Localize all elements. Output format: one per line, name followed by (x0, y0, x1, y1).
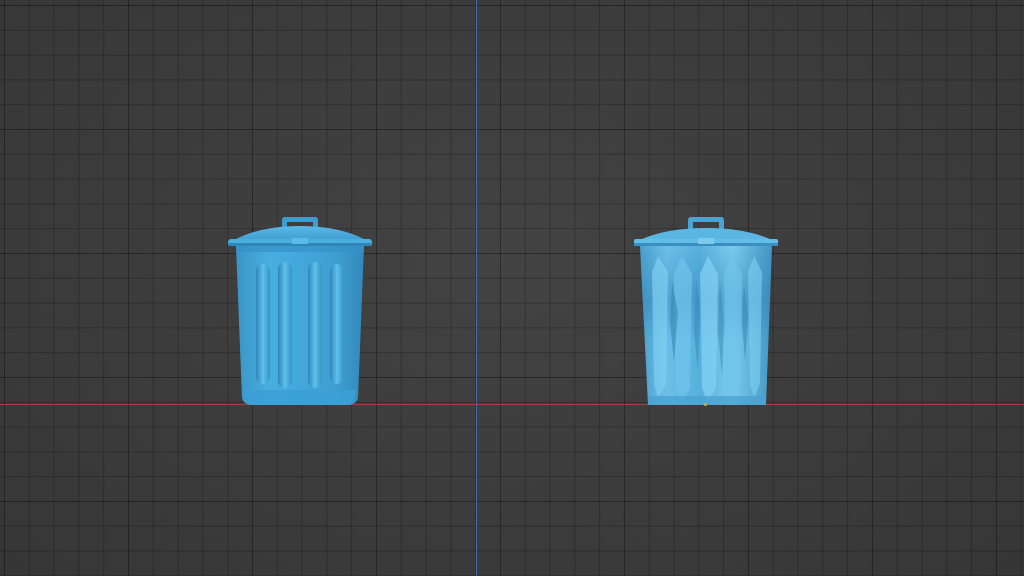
trash-can-object-right[interactable] (628, 212, 784, 408)
object-origin-marker (704, 403, 707, 406)
trash-can-icon (228, 217, 372, 405)
trash-can-icon (634, 217, 778, 405)
x-axis-line (0, 404, 1024, 405)
z-axis-line (476, 0, 477, 576)
trash-can-object-left[interactable] (222, 212, 378, 408)
3d-viewport[interactable] (0, 0, 1024, 576)
